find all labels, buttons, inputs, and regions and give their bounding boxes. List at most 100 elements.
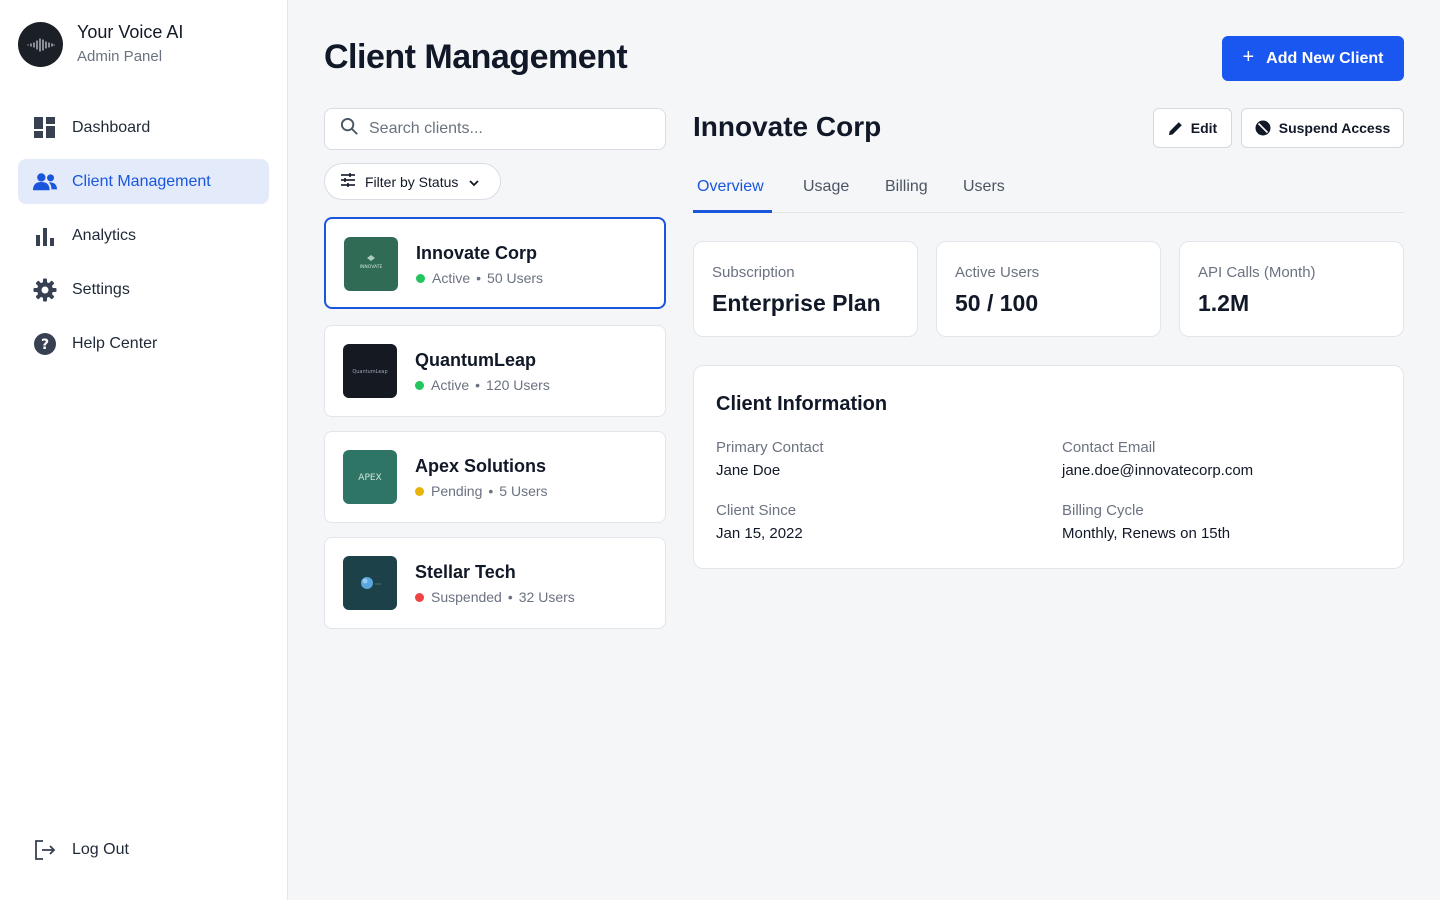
- client-since-value: Jan 15, 2022: [716, 525, 803, 542]
- tab-overview[interactable]: Overview: [697, 178, 764, 196]
- client-detail-title: Innovate Corp: [693, 111, 882, 142]
- search-box: [324, 108, 666, 150]
- sidebar-item-label: Client Management: [72, 172, 211, 190]
- billing-cycle-value: Monthly, Renews on 15th: [1062, 525, 1231, 542]
- client-users: 50 Users: [487, 270, 544, 286]
- tab-usage[interactable]: Usage: [803, 178, 849, 196]
- filter-by-status-button[interactable]: Filter by Status: [324, 163, 501, 200]
- brand-subtitle: Admin Panel: [77, 48, 163, 65]
- suspend-access-label: Suspend Access: [1278, 120, 1391, 136]
- client-logo: APEX: [343, 450, 397, 504]
- logout-button[interactable]: Log Out: [33, 838, 129, 862]
- status-dot: [415, 486, 424, 496]
- plus-icon: +: [1242, 46, 1255, 68]
- client-logo-text: INNOVATE: [360, 264, 383, 270]
- client-information-card: Client Information Primary Contact Jane …: [693, 365, 1404, 569]
- contact-email-value: jane.doe@innovatecorp.com: [1062, 462, 1254, 479]
- client-logo: INNOVATE: [344, 237, 398, 291]
- separator: •: [475, 377, 481, 393]
- edit-button[interactable]: Edit: [1153, 108, 1232, 148]
- status-dot: [416, 273, 425, 283]
- sidebar-item-settings[interactable]: Settings: [18, 267, 269, 312]
- tab-users[interactable]: Users: [963, 178, 1005, 196]
- sidebar-item-analytics[interactable]: Analytics: [18, 213, 269, 258]
- stat-label: Subscription: [712, 264, 795, 281]
- stat-card-api-calls: API Calls (Month) 1.2M: [1179, 241, 1404, 337]
- sidebar-item-label: Settings: [72, 280, 130, 298]
- stat-card-subscription: Subscription Enterprise Plan: [693, 241, 918, 337]
- billing-cycle-label: Billing Cycle: [1062, 502, 1144, 519]
- sidebar-item-dashboard[interactable]: Dashboard: [18, 105, 269, 150]
- separator: •: [507, 589, 513, 605]
- suspend-access-button[interactable]: Suspend Access: [1241, 108, 1404, 148]
- stat-label: API Calls (Month): [1198, 264, 1316, 281]
- client-card-apex-solutions[interactable]: APEX Apex Solutions Pending • 5 Users: [324, 431, 666, 523]
- stat-label: Active Users: [955, 264, 1040, 281]
- contact-email-label: Contact Email: [1062, 439, 1156, 456]
- sidebar-item-help-center[interactable]: ? Help Center: [18, 321, 269, 366]
- active-tab-indicator: [693, 210, 772, 213]
- help-icon: ?: [33, 332, 57, 356]
- search-icon: [340, 117, 359, 141]
- client-status: Suspended: [431, 589, 502, 605]
- tab-billing[interactable]: Billing: [885, 178, 928, 196]
- client-logo: QuantumLeap: [343, 344, 397, 398]
- chevron-down-icon: [468, 174, 480, 190]
- stat-card-active-users: Active Users 50 / 100: [936, 241, 1161, 337]
- add-new-client-button[interactable]: + Add New Client: [1222, 36, 1404, 81]
- client-information-title: Client Information: [716, 393, 888, 415]
- filter-label: Filter by Status: [365, 173, 459, 190]
- users-icon: [33, 170, 57, 194]
- page-title: Client Management: [324, 38, 628, 76]
- client-name: Stellar Tech: [415, 562, 516, 582]
- client-name: Apex Solutions: [415, 456, 547, 476]
- client-users: 32 Users: [518, 589, 575, 605]
- sidebar: Your Voice AI Admin Panel Dashboard Clie…: [0, 0, 288, 900]
- client-users: 5 Users: [499, 483, 548, 499]
- voice-waveform-icon: [18, 22, 63, 67]
- primary-contact-label: Primary Contact: [716, 439, 824, 456]
- client-logo-text: QuantumLeap: [352, 369, 387, 375]
- pencil-icon: [1168, 121, 1183, 136]
- filter-sliders-icon: [340, 173, 356, 190]
- client-since-label: Client Since: [716, 502, 797, 519]
- add-new-client-label: Add New Client: [1266, 49, 1384, 67]
- client-logo: [343, 556, 397, 610]
- bar-chart-icon: [33, 224, 57, 248]
- logout-label: Log Out: [72, 841, 129, 858]
- client-card-stellar-tech[interactable]: Stellar Tech Suspended • 32 Users: [324, 537, 666, 629]
- sidebar-nav: Dashboard Client Management Analytics Se…: [18, 105, 269, 375]
- client-meta: Active • 50 Users: [416, 270, 543, 286]
- client-card-innovate-corp[interactable]: INNOVATE Innovate Corp Active • 50 Users: [324, 217, 666, 309]
- separator: •: [488, 483, 494, 499]
- sidebar-item-label: Help Center: [72, 334, 158, 352]
- sidebar-item-label: Analytics: [72, 226, 137, 244]
- logout-icon: [33, 838, 57, 862]
- client-name: QuantumLeap: [415, 350, 537, 370]
- stat-value: 50 / 100: [955, 290, 1039, 316]
- separator: •: [476, 270, 482, 286]
- client-logo-text: APEX: [358, 473, 381, 483]
- sidebar-item-client-management[interactable]: Client Management: [18, 159, 269, 204]
- stat-value: 1.2M: [1198, 290, 1250, 316]
- svg-text:?: ?: [41, 337, 49, 353]
- gear-icon: [33, 278, 57, 302]
- dashboard-icon: [33, 116, 57, 140]
- client-name: Innovate Corp: [416, 243, 538, 263]
- status-dot: [415, 592, 424, 602]
- block-icon: [1255, 120, 1271, 136]
- client-card-quantumleap[interactable]: QuantumLeap QuantumLeap Active • 120 Use…: [324, 325, 666, 417]
- client-meta: Active • 120 Users: [415, 377, 550, 393]
- detail-tabs: Overview Usage Billing Users: [693, 165, 1404, 213]
- stat-value: Enterprise Plan: [712, 290, 881, 316]
- client-status: Pending: [431, 483, 483, 499]
- edit-label: Edit: [1190, 120, 1218, 136]
- client-users: 120 Users: [486, 377, 550, 393]
- brand-title: Your Voice AI: [77, 22, 184, 42]
- sidebar-item-label: Dashboard: [72, 118, 151, 136]
- primary-contact-value: Jane Doe: [716, 462, 781, 479]
- search-input[interactable]: [369, 120, 649, 138]
- status-dot: [415, 380, 424, 390]
- brand: Your Voice AI Admin Panel: [18, 21, 183, 68]
- client-meta: Suspended • 32 Users: [415, 589, 575, 605]
